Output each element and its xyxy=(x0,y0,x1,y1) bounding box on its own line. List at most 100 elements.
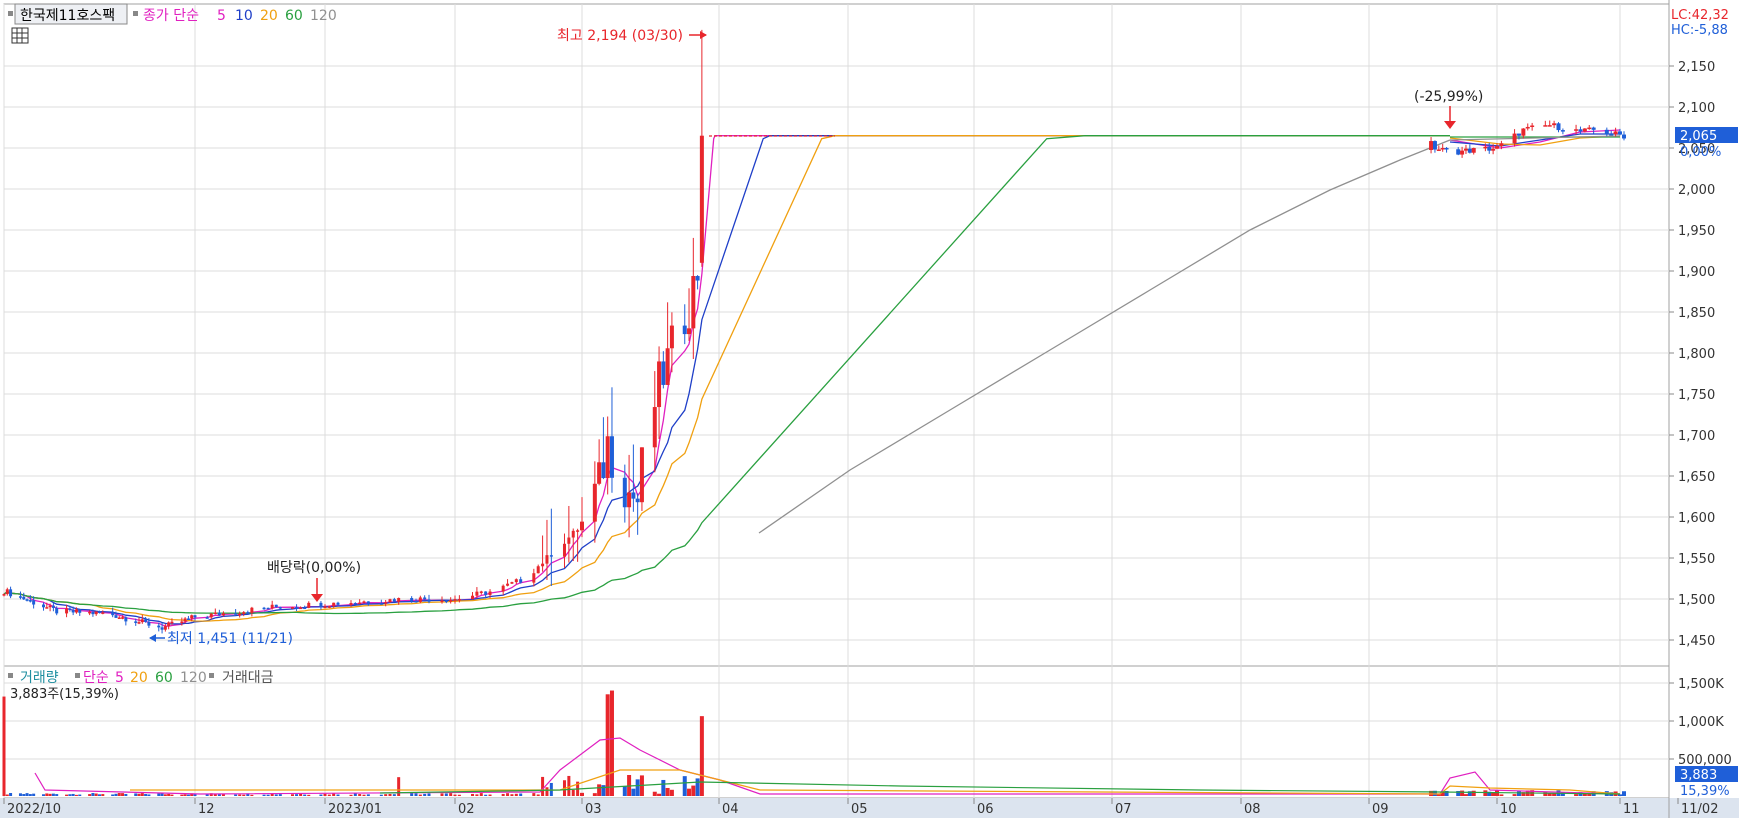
date-tick-label: 05 xyxy=(851,802,868,817)
candle-body xyxy=(506,583,510,586)
candle-body xyxy=(1471,148,1476,153)
candle-body xyxy=(2,594,6,596)
volume-bar xyxy=(117,793,121,796)
candle-body xyxy=(631,492,636,499)
candle-body xyxy=(1591,127,1596,130)
volume-bar xyxy=(1483,790,1488,796)
volume-bar xyxy=(1618,794,1622,796)
candle-body xyxy=(144,619,148,622)
candle-body xyxy=(114,615,118,618)
candle-body xyxy=(94,611,98,615)
candle-body xyxy=(160,627,164,630)
volume-bar xyxy=(101,794,105,796)
candle-body xyxy=(519,579,523,583)
volume-bar xyxy=(384,794,388,796)
volume-bar xyxy=(609,690,614,796)
stock-chart: 2,1502,1002,0502,0001,9501,9001,8501,800… xyxy=(0,0,1739,818)
candle-body xyxy=(68,608,72,611)
volume-bar xyxy=(661,779,666,796)
candle-body xyxy=(1483,146,1488,149)
hc-value: HC:-5,88 xyxy=(1671,23,1728,38)
candle-body xyxy=(1521,128,1526,136)
lc-value: LC:42,32 xyxy=(1671,8,1729,23)
volume-bar xyxy=(307,794,311,796)
volume-bar xyxy=(449,793,453,796)
candle-body xyxy=(605,436,610,479)
candle-body xyxy=(157,625,161,628)
candle-body xyxy=(121,617,125,619)
candle-body xyxy=(221,613,225,616)
volume-bar xyxy=(266,794,270,796)
candle-body xyxy=(601,462,606,479)
volume-bar xyxy=(597,784,602,796)
volume-bar xyxy=(170,794,174,796)
candle-body xyxy=(134,621,138,623)
date-tick-label: 07 xyxy=(1115,802,1132,817)
candle-body xyxy=(32,600,36,605)
volume-bar xyxy=(111,794,115,796)
volume-bar xyxy=(388,793,392,796)
candle-body xyxy=(488,591,492,595)
candle-body xyxy=(1622,134,1626,139)
volume-bar xyxy=(567,775,571,796)
volume-bar xyxy=(274,794,278,796)
candle-body xyxy=(545,555,549,564)
stock-name[interactable]: 한국제11호스팩 xyxy=(20,8,115,24)
candle-body xyxy=(332,602,336,607)
legend-bullet-icon xyxy=(8,11,13,16)
candle-body xyxy=(397,598,401,602)
price-tick-label: 1,750 xyxy=(1678,388,1715,403)
volume-bar xyxy=(353,793,357,796)
candle-body xyxy=(1463,148,1468,151)
volume-bar xyxy=(65,794,69,796)
price-tick-label: 1,450 xyxy=(1678,634,1715,649)
volume-bar xyxy=(536,794,540,796)
ma-label: 종가 단순 xyxy=(143,8,199,24)
candle-body xyxy=(661,361,666,385)
volume-bar xyxy=(514,793,518,796)
candle-body xyxy=(665,348,670,385)
candle-body xyxy=(592,483,597,522)
candle-body xyxy=(170,621,174,624)
candle-body xyxy=(622,477,627,508)
table-icon[interactable] xyxy=(11,27,29,44)
volume-bar xyxy=(1471,790,1476,796)
volume-bar xyxy=(366,794,370,796)
date-tick-label: 2023/01 xyxy=(328,802,382,817)
candle-body xyxy=(358,602,362,605)
volume-bar xyxy=(336,794,340,796)
ma-period-20: 20 xyxy=(260,8,278,24)
volume-bar xyxy=(440,793,444,796)
price-tick-label: 1,800 xyxy=(1678,347,1715,362)
volume-bar xyxy=(471,793,475,796)
volume-bar xyxy=(484,794,488,796)
ma-period-5: 5 xyxy=(217,8,226,24)
volume-ma-20: 20 xyxy=(130,670,148,686)
volume-bar xyxy=(295,794,299,796)
dividend-annotation: 배당락(0,00%) xyxy=(267,560,361,576)
candle-body xyxy=(549,555,553,557)
candle-body xyxy=(274,604,278,608)
ma-period-60: 60 xyxy=(285,8,303,24)
x-axis-bar xyxy=(0,798,1739,818)
volume-bar xyxy=(665,787,670,796)
volume-bar xyxy=(501,793,505,796)
candle-body xyxy=(669,325,674,349)
volume-bar xyxy=(699,716,704,796)
candle-body xyxy=(111,612,115,616)
candle-body xyxy=(691,276,696,329)
volume-bar xyxy=(55,794,59,796)
volume-bar xyxy=(42,794,46,796)
volume-bar xyxy=(601,785,606,796)
candle-body xyxy=(246,612,250,614)
candle-body xyxy=(291,607,294,609)
candle-body xyxy=(193,615,197,618)
volume-bar xyxy=(635,779,640,796)
price-tick-label: 1,900 xyxy=(1678,265,1715,280)
high-annotation: 최고 2,194 (03/30) xyxy=(557,28,683,44)
candle-body xyxy=(74,609,78,613)
candle-body xyxy=(186,618,190,620)
volume-bar xyxy=(319,794,323,796)
date-tick-label: 10 xyxy=(1500,802,1517,817)
candle-body xyxy=(627,492,632,508)
